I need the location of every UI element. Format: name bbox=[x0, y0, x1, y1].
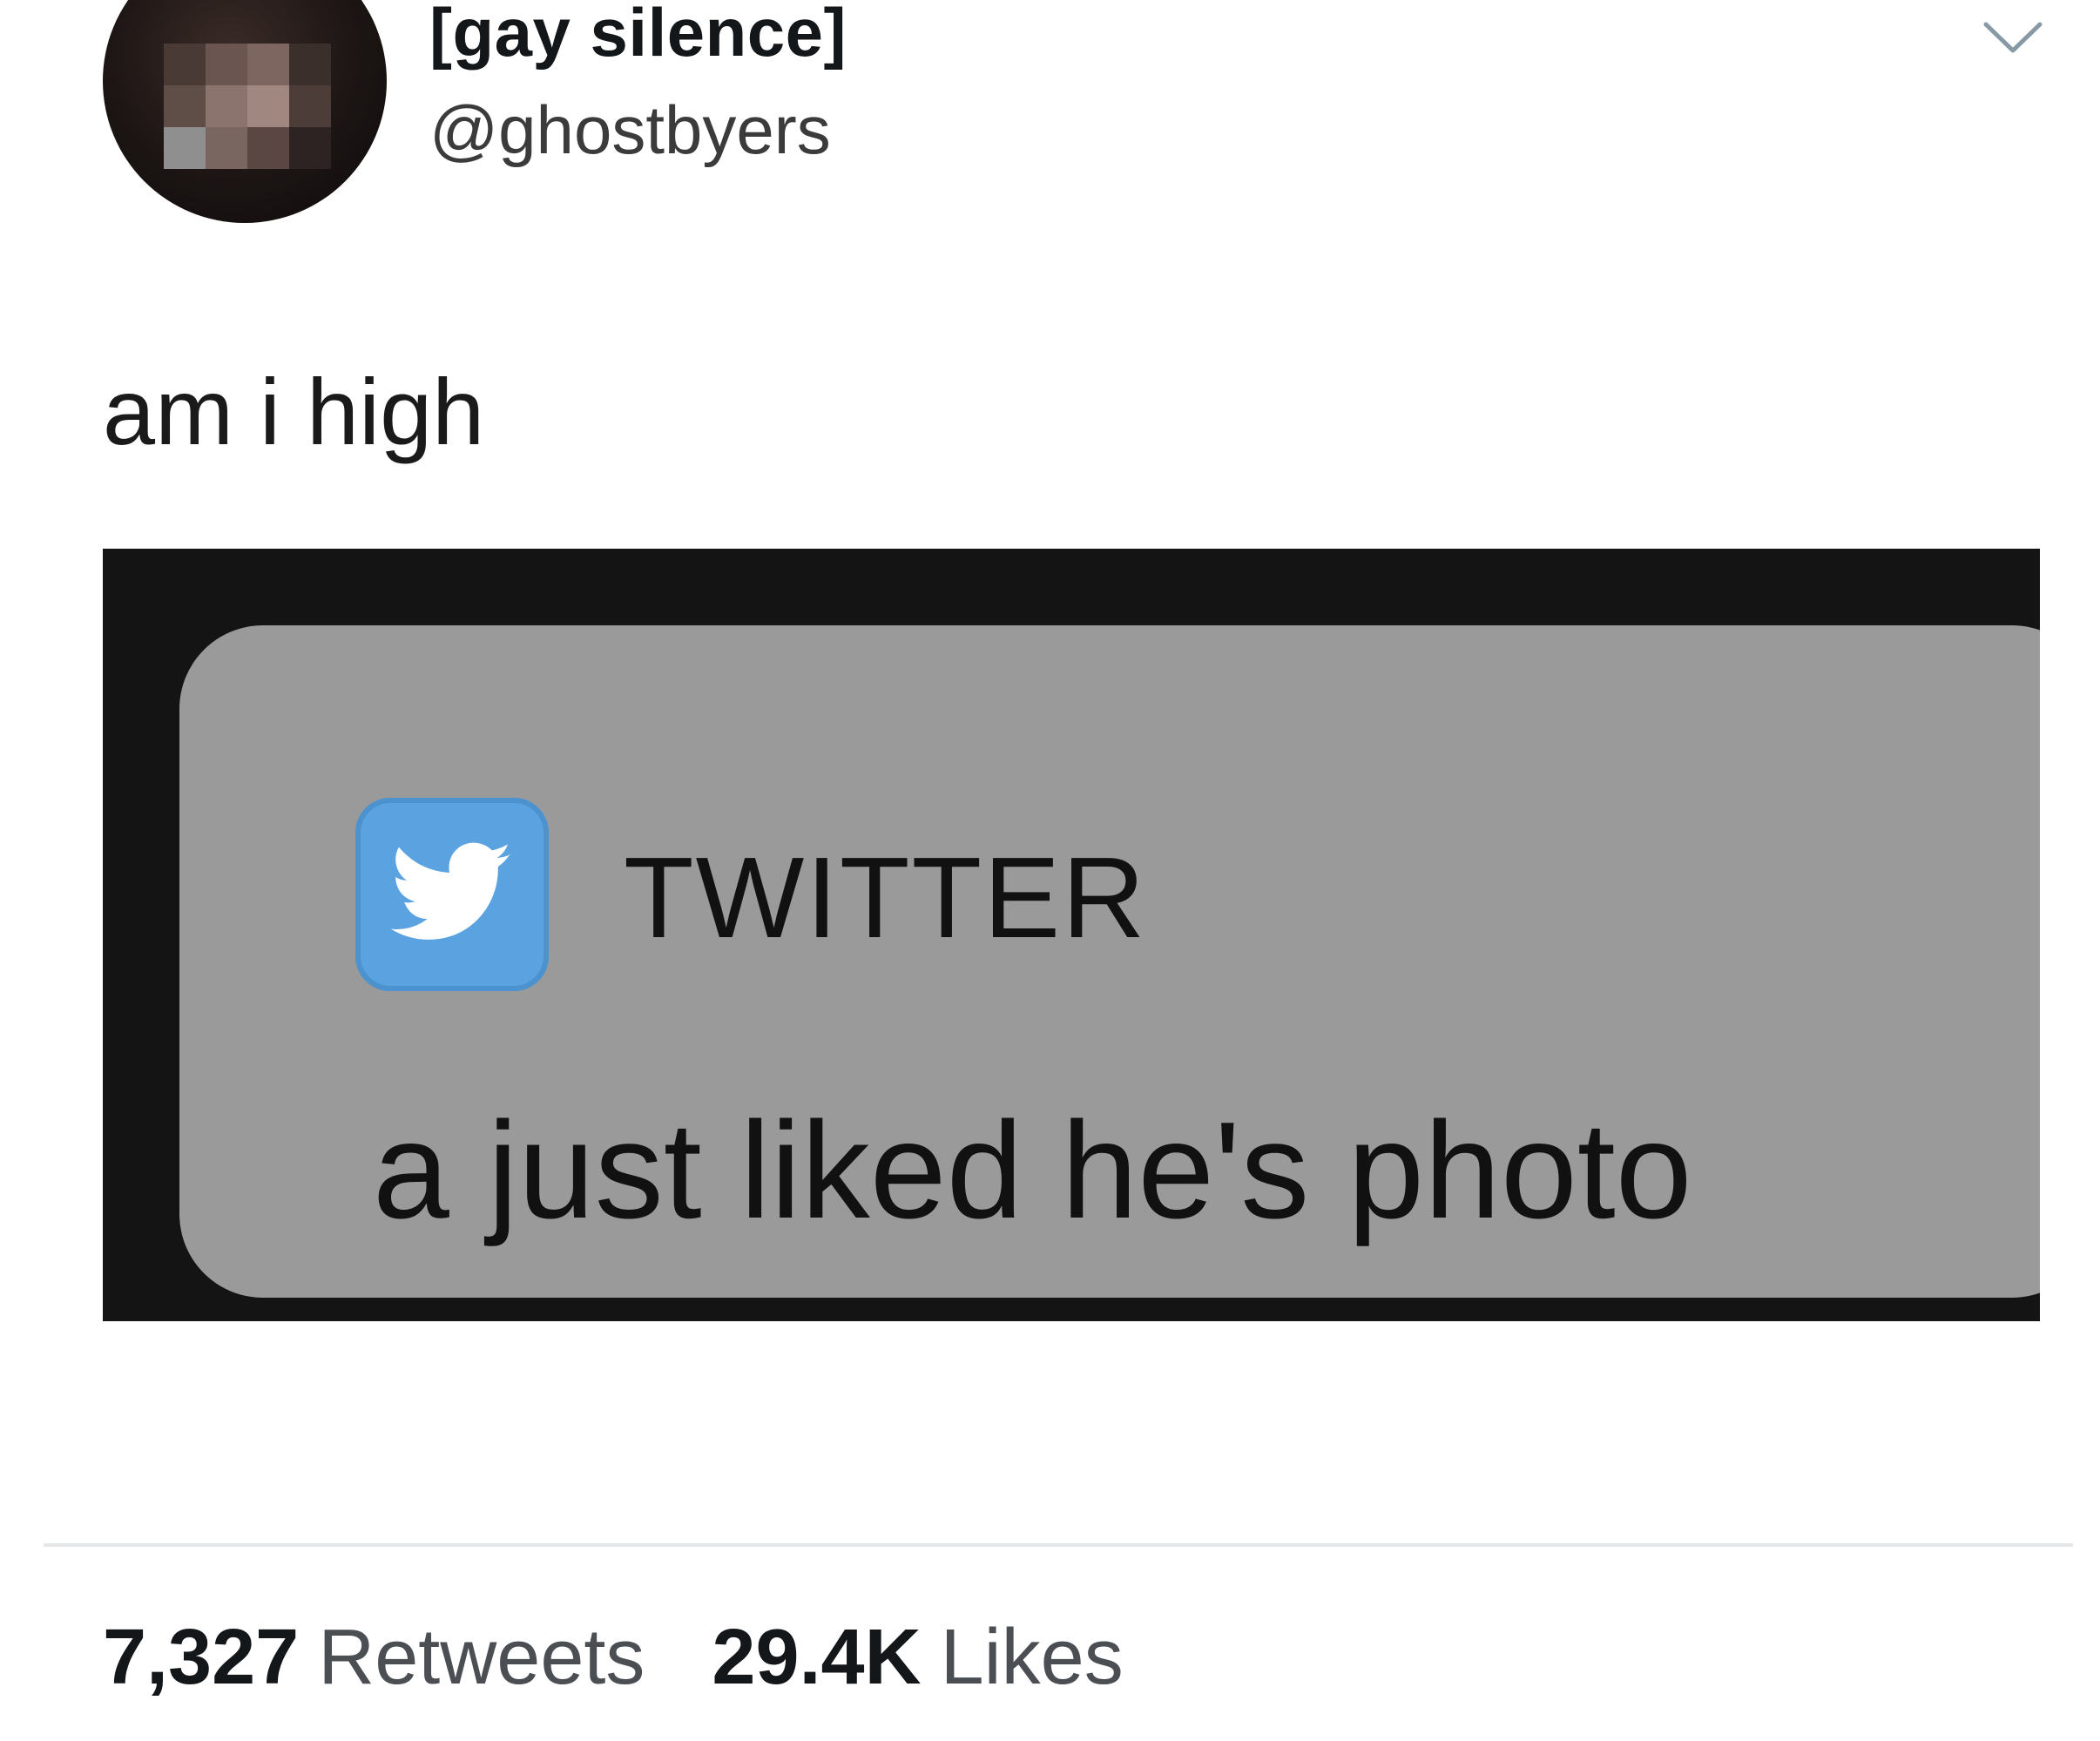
twitter-bird-icon bbox=[390, 842, 511, 940]
avatar-pixel bbox=[247, 85, 289, 127]
likes-label: Likes bbox=[940, 1614, 1124, 1701]
avatar-pixel bbox=[289, 127, 331, 169]
retweets-stat[interactable]: 7,327 Retweets bbox=[103, 1613, 645, 1703]
twitter-app-icon bbox=[355, 798, 549, 991]
avatar-pixel bbox=[247, 44, 289, 85]
likes-count: 29.4K bbox=[712, 1614, 922, 1701]
avatar-pixel bbox=[289, 85, 331, 127]
user-handle[interactable]: @ghostbyers bbox=[429, 91, 831, 170]
avatar-pixel bbox=[206, 127, 247, 169]
avatar[interactable] bbox=[103, 0, 387, 223]
avatar-pixel bbox=[164, 127, 206, 169]
avatar-pixel bbox=[206, 44, 247, 85]
avatar-pixel bbox=[206, 85, 247, 127]
avatar-pixel bbox=[164, 44, 206, 85]
avatar-pixel bbox=[164, 85, 206, 127]
chevron-down-icon[interactable] bbox=[1981, 16, 2045, 59]
divider bbox=[44, 1543, 2073, 1547]
notification-message: a just liked he's photo bbox=[373, 1094, 1692, 1247]
tweet-stats: 7,327 Retweets 29.4K Likes bbox=[103, 1613, 1169, 1703]
display-name[interactable]: [gay silence] bbox=[429, 0, 847, 72]
tweet-text: am i high bbox=[103, 359, 485, 464]
likes-stat[interactable]: 29.4K Likes bbox=[712, 1613, 1123, 1703]
retweets-count: 7,327 bbox=[103, 1614, 300, 1701]
avatar-pixel bbox=[289, 44, 331, 85]
notification-banner: TWITTER a just liked he's photo bbox=[179, 625, 2040, 1298]
retweets-label: Retweets bbox=[318, 1614, 645, 1701]
notification-app-name: TWITTER bbox=[624, 833, 1147, 962]
tweet-media[interactable]: TWITTER a just liked he's photo bbox=[103, 549, 2040, 1321]
tweet-card: [gay silence] @ghostbyers am i high TWIT… bbox=[0, 0, 2100, 1741]
avatar-pixel bbox=[247, 127, 289, 169]
